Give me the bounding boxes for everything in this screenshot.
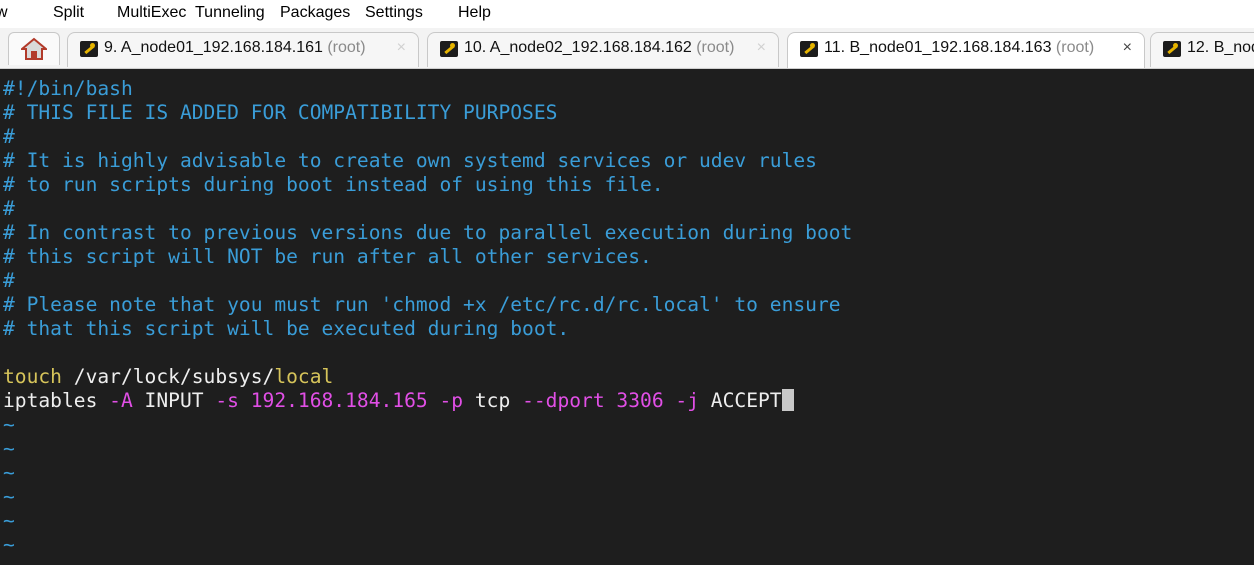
ssh-session-icon [1163,41,1181,57]
tab-label: 9. A_node01_192.168.184.161 [104,39,323,56]
tab-label: 11. B_node01_192.168.184.163 [824,39,1052,56]
code-line: # to run scripts during boot instead of … [3,173,664,196]
option-dport: --dport [522,389,605,412]
chain-name: INPUT [132,389,216,412]
tab-user: (root) [691,39,735,56]
option-jump: -j [663,389,700,412]
menu-view[interactable]: w [0,4,8,22]
tab-session-11[interactable]: 11. B_node01_192.168.184.163 (root) × [787,32,1145,68]
tab-label: 10. A_node02_192.168.184.162 [464,39,692,56]
empty-line-tilde: ~ [3,461,15,484]
tab-bar: 9. A_node01_192.168.184.161 (root) × 10.… [0,28,1254,69]
tab-label: 12. B_node [1187,39,1254,56]
menu-tunneling[interactable]: Tunneling [195,4,265,22]
touch-line: touch /var/lock/subsys/local [3,365,333,389]
ssh-session-icon [800,41,818,57]
option-append: -A [109,389,133,412]
source-ip: 192.168.184.165 [238,389,428,412]
terminal-editor[interactable]: #!/bin/bash # THIS FILE IS ADDED FOR COM… [0,69,1254,565]
tab-user: (root) [322,39,366,56]
text-cursor [781,389,794,411]
empty-line-tilde: ~ [3,533,15,556]
port-number: 3306 [604,389,664,412]
target-accept: ACCEPT [699,389,782,412]
menu-split[interactable]: Split [53,4,84,22]
code-line: # It is highly advisable to create own s… [3,149,817,172]
code-line: # In contrast to previous versions due t… [3,221,853,244]
menu-bar: w Split MultiExec Tunneling Packages Set… [0,0,1254,28]
close-tab-icon[interactable]: × [1123,39,1132,57]
code-line: # THIS FILE IS ADDED FOR COMPATIBILITY P… [3,101,558,124]
tab-session-12[interactable]: 12. B_node [1150,32,1254,67]
tab-session-9[interactable]: 9. A_node01_192.168.184.161 (root) × [67,32,419,67]
empty-line-tilde: ~ [3,485,15,508]
ssh-session-icon [80,41,98,57]
home-icon [21,37,47,60]
code-line: # Please note that you must run 'chmod +… [3,293,841,316]
tab-session-10[interactable]: 10. A_node02_192.168.184.162 (root) × [427,32,779,67]
menu-multiexec[interactable]: MultiExec [117,4,186,22]
empty-line-tilde: ~ [3,437,15,460]
code-line: # [3,269,15,292]
menu-settings[interactable]: Settings [365,4,423,22]
code-line: #!/bin/bash [3,77,133,100]
option-source: -s [215,389,239,412]
iptables-line: iptables -A INPUT -s 192.168.184.165 -p … [3,389,794,413]
code-line: # [3,125,15,148]
path-file: local [274,365,334,388]
empty-line-tilde: ~ [3,413,15,436]
command-iptables: iptables [3,389,110,412]
close-tab-icon[interactable]: × [757,39,766,57]
command-touch: touch [3,365,62,388]
tab-user: (root) [1051,39,1094,56]
menu-help[interactable]: Help [458,4,491,22]
path-text: /var/lock/subsys/ [61,365,275,388]
code-line: # [3,197,15,220]
code-line: # that this script will be executed duri… [3,317,570,340]
menu-packages[interactable]: Packages [280,4,350,22]
close-tab-icon[interactable]: × [397,39,406,57]
ssh-session-icon [440,41,458,57]
home-tab[interactable] [8,32,60,65]
option-protocol: -p [427,389,464,412]
empty-line-tilde: ~ [3,509,15,532]
protocol-name: tcp [463,389,523,412]
code-line: # this script will NOT be run after all … [3,245,652,268]
